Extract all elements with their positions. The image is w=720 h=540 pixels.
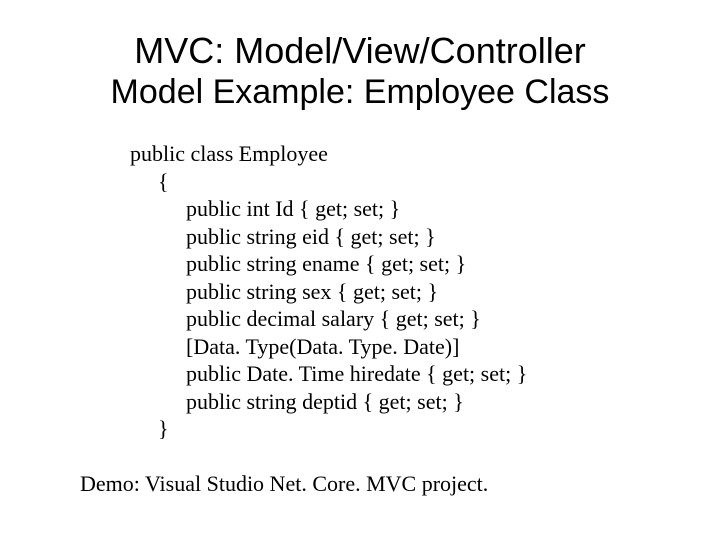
- code-line: public Date. Time hiredate { get; set; }: [130, 360, 680, 388]
- code-line: public string sex { get; set; }: [130, 278, 680, 306]
- footer-text: Demo: Visual Studio Net. Core. MVC proje…: [80, 471, 680, 497]
- code-line: }: [130, 415, 680, 443]
- code-line: public decimal salary { get; set; }: [130, 305, 680, 333]
- code-line: public string eid { get; set; }: [130, 223, 680, 251]
- code-line: public int Id { get; set; }: [130, 195, 680, 223]
- code-line: public string ename { get; set; }: [130, 250, 680, 278]
- title-line-2: Model Example: Employee Class: [40, 73, 680, 112]
- title-line-1: MVC: Model/View/Controller: [40, 30, 680, 71]
- code-line: public class Employee: [130, 140, 680, 168]
- slide-title: MVC: Model/View/Controller Model Example…: [40, 30, 680, 112]
- code-line: [Data. Type(Data. Type. Date)]: [130, 333, 680, 361]
- code-line: public string deptid { get; set; }: [130, 388, 680, 416]
- code-line: {: [130, 168, 680, 196]
- code-block: public class Employee { public int Id { …: [130, 140, 680, 443]
